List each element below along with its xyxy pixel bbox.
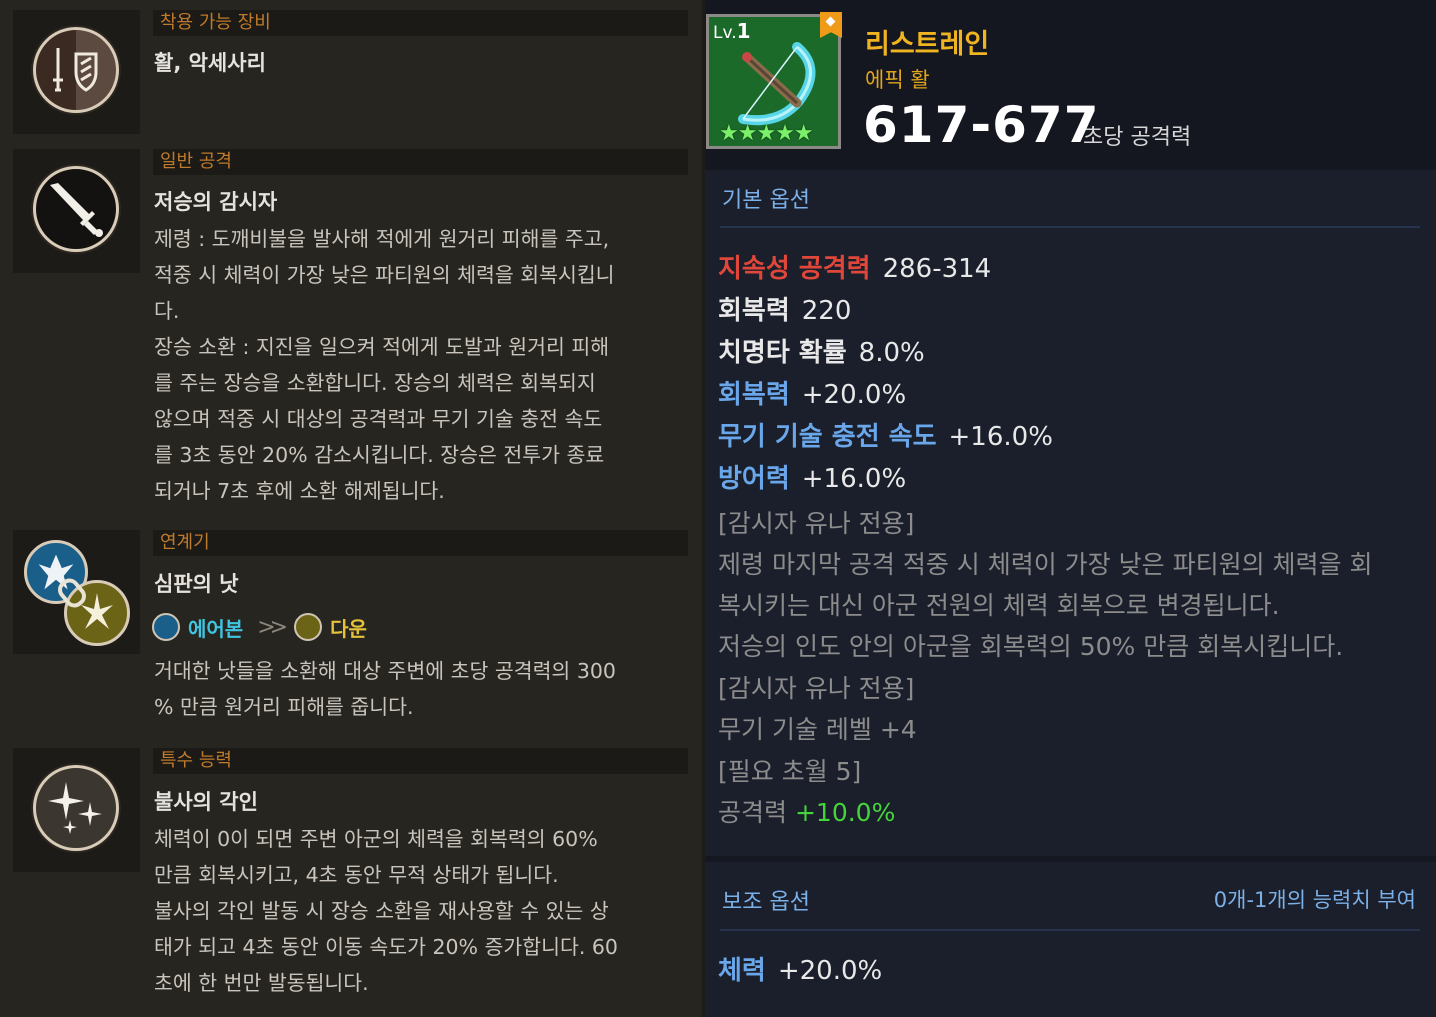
stat-row: 회복력 +20.0% [718, 374, 906, 411]
sub-options-title: 보조 옵션 [722, 890, 810, 915]
section-header: 연계기 [153, 530, 688, 556]
desc-line: 를 주는 장승을 소환합니다. 장승의 체력은 회복되지 [154, 371, 596, 395]
desc-line: 되거나 7초 후에 소환 해제됩니다. [154, 479, 445, 503]
desc-line: 다. [154, 299, 180, 323]
desc-line: 불사의 각인 발동 시 장승 소환을 재사용할 수 있는 상 [154, 899, 609, 923]
item-detail-panel: Lv.1 ★★★★★ 리스트레인 에픽 활 617-677 초당 공격력 기본 … [705, 0, 1436, 1017]
desc-line: 제령 : 도깨비불을 발사해 적에게 원거리 피해를 주고, [154, 227, 610, 251]
stat-key: 치명타 확률 [718, 338, 847, 368]
desc-line: 를 3초 동안 20% 감소시킵니다. 장승은 전투가 종료 [154, 443, 605, 467]
stat-value: +16.0% [948, 422, 1053, 452]
item-attack-value: 617-677 [863, 96, 1100, 154]
airborne-mini-icon [152, 613, 180, 641]
option-note: [감시자 유나 전용] [718, 509, 915, 538]
stat-key: 지속성 공격력 [718, 254, 871, 284]
desc-line: % 만큼 원거리 피해를 줍니다. [154, 695, 414, 719]
chain-skill-icon [13, 530, 140, 654]
sub-options-info: 0개-1개의 능력치 부여 [1213, 888, 1416, 912]
desc-line: 태가 되고 4초 동안 이동 속도가 20% 증가합니다. 60 [154, 935, 618, 959]
sword-icon [33, 166, 119, 252]
sparkle-icon [33, 765, 119, 851]
option-note: [감시자 유나 전용] [718, 674, 915, 703]
section-description: 체력이 0이 되면 주변 아군의 체력을 회복력의 60% 만큼 회복시키고, … [154, 821, 664, 1001]
chain-condition: 에어본 >> 다운 [152, 611, 367, 643]
section-title: 활, 악세사리 [154, 51, 266, 75]
divider [720, 929, 1420, 931]
stat-key: 무기 기술 충전 속도 [718, 422, 937, 452]
desc-line: 않으며 적중 시 대상의 공격력과 무기 기술 충전 속도 [154, 407, 603, 431]
stat-row: 무기 기술 충전 속도 +16.0% [718, 416, 1053, 453]
star-rating: ★★★★★ [719, 121, 814, 146]
double-chevron-icon: >> [257, 614, 288, 640]
desc-line: 체력이 0이 되면 주변 아군의 체력을 회복력의 60% [154, 827, 598, 851]
basic-options-panel: 기본 옵션 지속성 공격력 286-314 회복력 220 치명타 확률 8.0% 회… [705, 170, 1436, 856]
item-name: 리스트레인 [865, 29, 990, 60]
chain-skill-icon-tile [13, 530, 140, 654]
stat-value: +20.0% [801, 380, 907, 410]
normal-attack-icon-tile [13, 149, 140, 273]
sword-shield-icon [33, 27, 119, 113]
stat-row: 체력 +20.0% [718, 950, 882, 987]
stat-value: 220 [801, 296, 852, 326]
special-ability-icon-tile [13, 748, 140, 872]
section-title: 심판의 낫 [154, 572, 239, 596]
desc-line: 만큼 회복시키고, 4초 동안 무적 상태가 됩니다. [154, 863, 559, 887]
section-description: 제령 : 도깨비불을 발사해 적에게 원거리 피해를 주고, 적중 시 체력이 … [154, 221, 664, 509]
option-note: 무기 기술 레벨 +4 [718, 715, 917, 744]
desc-line: 장승 소환 : 지진을 일으켜 적에게 도발과 원거리 피해 [154, 335, 610, 359]
item-header: Lv.1 ★★★★★ 리스트레인 에픽 활 617-677 초당 공격력 [705, 0, 1436, 168]
stat-value: +20.0% [777, 956, 883, 986]
chain-from-label: 에어본 [188, 616, 244, 641]
equipment-icon-tile [13, 10, 140, 134]
desc-line: 초에 한 번만 발동됩니다. [154, 971, 369, 995]
section-description: 거대한 낫들을 소환해 대상 주변에 초당 공격력의 300 % 만큼 원거리 … [154, 653, 664, 725]
stat-key: 공격력 [718, 798, 788, 827]
down-mini-icon [294, 613, 323, 641]
stat-key: 체력 [718, 956, 766, 986]
option-note: [필요 초월 5] [718, 757, 862, 786]
item-type: 에픽 활 [865, 68, 930, 92]
section-header: 착용 가능 장비 [153, 10, 688, 36]
stat-value: +16.0% [801, 464, 907, 494]
stat-key: 회복력 [718, 296, 790, 326]
section-title: 저승의 감시자 [154, 190, 278, 214]
bow-graphic [738, 42, 816, 126]
divider [720, 226, 1420, 228]
stat-value: 8.0% [858, 338, 925, 368]
basic-options-title: 기본 옵션 [722, 188, 810, 213]
section-title: 불사의 각인 [154, 790, 258, 814]
stat-value: +10.0% [794, 798, 896, 827]
desc-line: 거대한 낫들을 소환해 대상 주변에 초당 공격력의 300 [154, 659, 616, 683]
chain-to-label: 다운 [330, 616, 367, 641]
stat-key: 방어력 [718, 464, 790, 494]
stat-row: 치명타 확률 8.0% [718, 332, 925, 369]
section-header: 일반 공격 [153, 149, 688, 175]
sub-options-panel: 보조 옵션 0개-1개의 능력치 부여 체력 +20.0% [705, 862, 1436, 1017]
option-note: 저승의 인도 안의 아군을 회복력의 50% 만큼 회복시킵니다. [718, 632, 1344, 661]
stat-row: 지속성 공격력 286-314 [718, 248, 991, 285]
stat-row: 회복력 220 [718, 290, 851, 327]
option-note: 복시키는 대신 아군 전원의 체력 회복으로 변경됩니다. [718, 591, 1280, 620]
final-stat-row: 공격력 +10.0% [718, 793, 895, 829]
desc-line: 적중 시 체력이 가장 낮은 파티원의 체력을 회복시킵니 [154, 263, 615, 287]
stat-value: 286-314 [882, 254, 992, 284]
stat-key: 회복력 [718, 380, 790, 410]
stat-row: 방어력 +16.0% [718, 458, 906, 495]
option-note: 제령 마지막 공격 적중 시 체력이 가장 낮은 파티원의 체력을 회 [718, 550, 1373, 579]
item-attack-label: 초당 공격력 [1083, 125, 1192, 150]
skill-panel: 착용 가능 장비 활, 악세사리 일반 공격 저승의 감시자 제령 : 도깨비불… [0, 0, 702, 1017]
section-header: 특수 능력 [153, 748, 688, 774]
